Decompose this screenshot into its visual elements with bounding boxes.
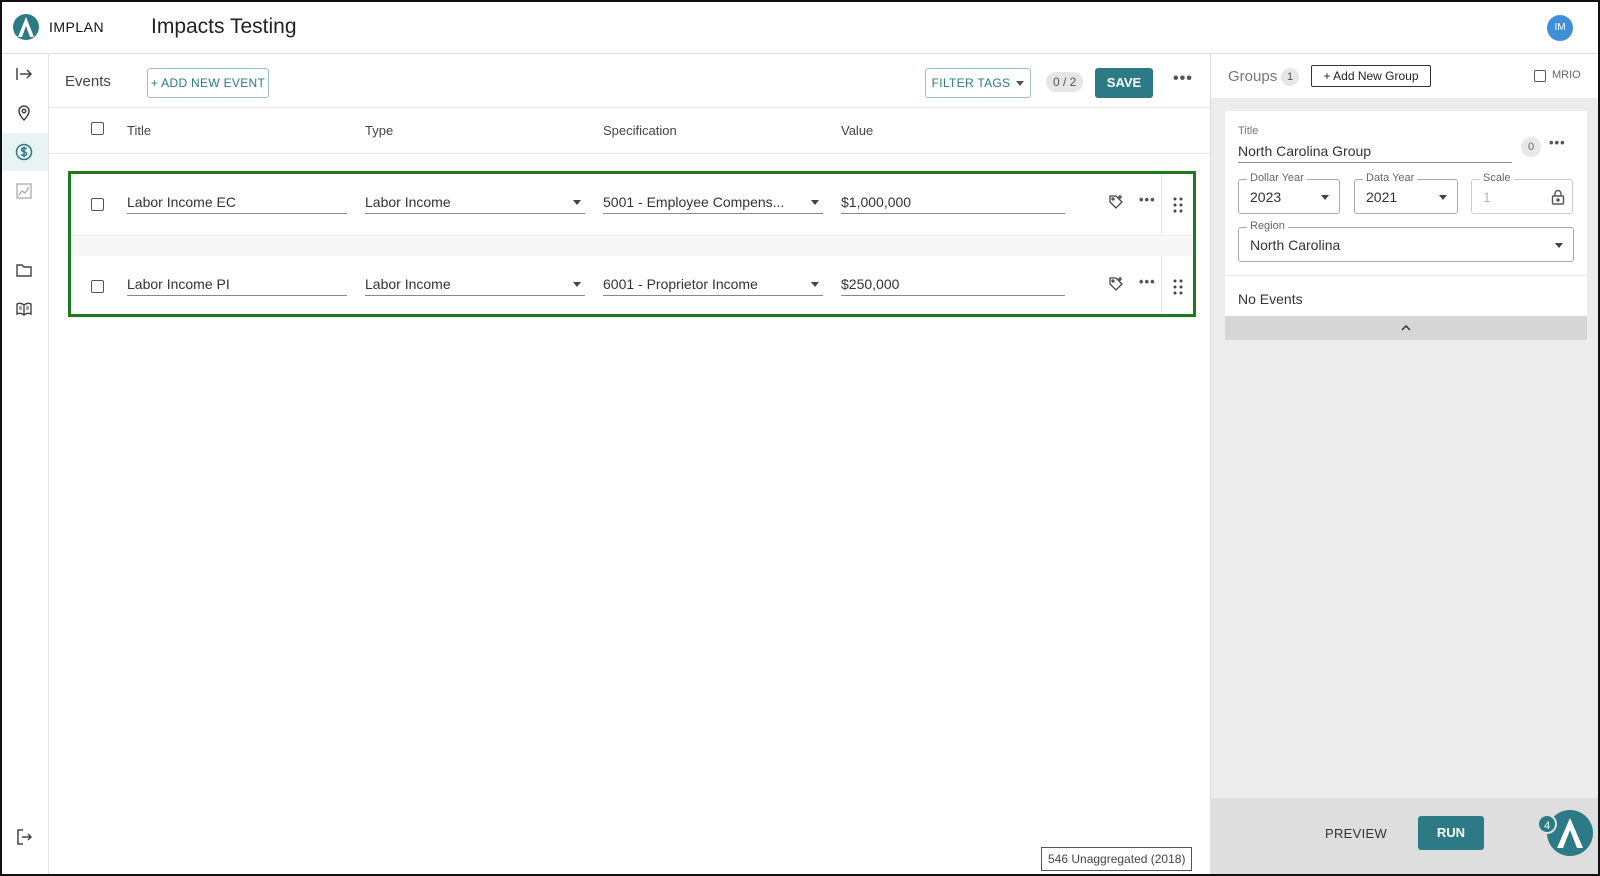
selection-highlight — [68, 171, 1196, 317]
chevron-down-icon — [1439, 195, 1447, 200]
groups-label: Groups — [1228, 68, 1278, 85]
groups-panel: Groups 1 + Add New Group MRIO Title Nort… — [1210, 54, 1600, 876]
group-card: Title North Carolina Group 0 ••• Dollar … — [1225, 111, 1587, 333]
notification-badge: 4 — [1537, 814, 1557, 834]
logout-icon[interactable] — [0, 818, 48, 856]
no-events-text: No Events — [1238, 291, 1303, 307]
data-year-select[interactable]: Data Year 2021 — [1354, 172, 1458, 214]
page-title: Impacts Testing — [151, 15, 297, 38]
brand-name: IMPLAN — [49, 19, 105, 35]
add-new-group-button[interactable]: + Add New Group — [1311, 65, 1431, 87]
add-new-event-button[interactable]: + ADD NEW EVENT — [147, 68, 269, 98]
mrio-checkbox[interactable] — [1534, 70, 1546, 82]
dataset-status-badge: 546 Unaggregated (2018) — [1041, 847, 1193, 871]
chevron-up-icon — [1401, 325, 1411, 331]
scale-label: Scale — [1480, 172, 1514, 184]
collapse-group-button[interactable] — [1225, 316, 1587, 340]
select-all-checkbox[interactable] — [91, 122, 104, 135]
dollar-year-select[interactable]: Dollar Year 2023 — [1238, 172, 1340, 214]
implan-logo-icon[interactable] — [12, 13, 40, 41]
events-table-header: Title Type Specification Value — [49, 108, 1210, 154]
chevron-down-icon — [1555, 243, 1563, 248]
region-select[interactable]: Region North Carolina — [1238, 220, 1574, 262]
region-value: North Carolina — [1250, 237, 1341, 253]
card-divider — [1225, 275, 1587, 276]
data-year-label: Data Year — [1363, 172, 1418, 184]
left-rail — [0, 54, 49, 876]
groups-count-badge: 1 — [1281, 68, 1299, 86]
column-header-type: Type — [365, 123, 394, 138]
scale-value: 1 — [1483, 189, 1491, 205]
chevron-down-icon — [1016, 81, 1025, 87]
lock-icon[interactable] — [1551, 189, 1565, 205]
scale-field[interactable]: Scale 1 — [1471, 172, 1573, 214]
filter-tags-label: FILTER TAGS — [931, 76, 1011, 90]
save-button[interactable]: SAVE — [1095, 68, 1153, 98]
filter-tags-dropdown[interactable]: FILTER TAGS — [925, 68, 1031, 98]
groups-toolbar: Groups 1 + Add New Group MRIO — [1211, 54, 1600, 98]
folder-icon[interactable] — [0, 251, 48, 289]
preview-button[interactable]: PREVIEW — [1325, 826, 1387, 841]
location-icon[interactable] — [0, 94, 48, 132]
group-title-input[interactable]: North Carolina Group — [1238, 139, 1512, 163]
selection-counter: 0 / 2 — [1046, 72, 1084, 92]
column-header-specification: Specification — [603, 123, 677, 138]
chevron-down-icon — [1321, 195, 1329, 200]
dollar-icon[interactable] — [0, 133, 48, 171]
dollar-year-value: 2023 — [1250, 189, 1282, 205]
chart-icon[interactable] — [0, 172, 48, 210]
app-header: IMPLAN Impacts Testing IM — [0, 0, 1600, 54]
column-header-value: Value — [841, 123, 874, 138]
run-button[interactable]: RUN — [1418, 816, 1484, 850]
region-label: Region — [1247, 220, 1288, 232]
group-event-count-badge: 0 — [1521, 137, 1541, 157]
data-year-value: 2021 — [1366, 189, 1398, 205]
avatar[interactable]: IM — [1547, 15, 1573, 41]
expand-icon[interactable] — [0, 55, 48, 93]
events-label: Events — [65, 73, 111, 90]
book-icon[interactable] — [0, 290, 48, 328]
column-header-title: Title — [127, 123, 152, 138]
group-title-label: Title — [1238, 125, 1259, 137]
mrio-label: MRIO — [1552, 69, 1581, 81]
events-toolbar: Events 2 + ADD NEW EVENT FILTER TAGS 0 /… — [49, 54, 1210, 108]
group-more-icon[interactable]: ••• — [1549, 135, 1566, 150]
dollar-year-label: Dollar Year — [1247, 172, 1307, 184]
events-more-icon[interactable]: ••• — [1173, 70, 1193, 88]
groups-footer: PREVIEW RUN 4 — [1211, 798, 1600, 876]
